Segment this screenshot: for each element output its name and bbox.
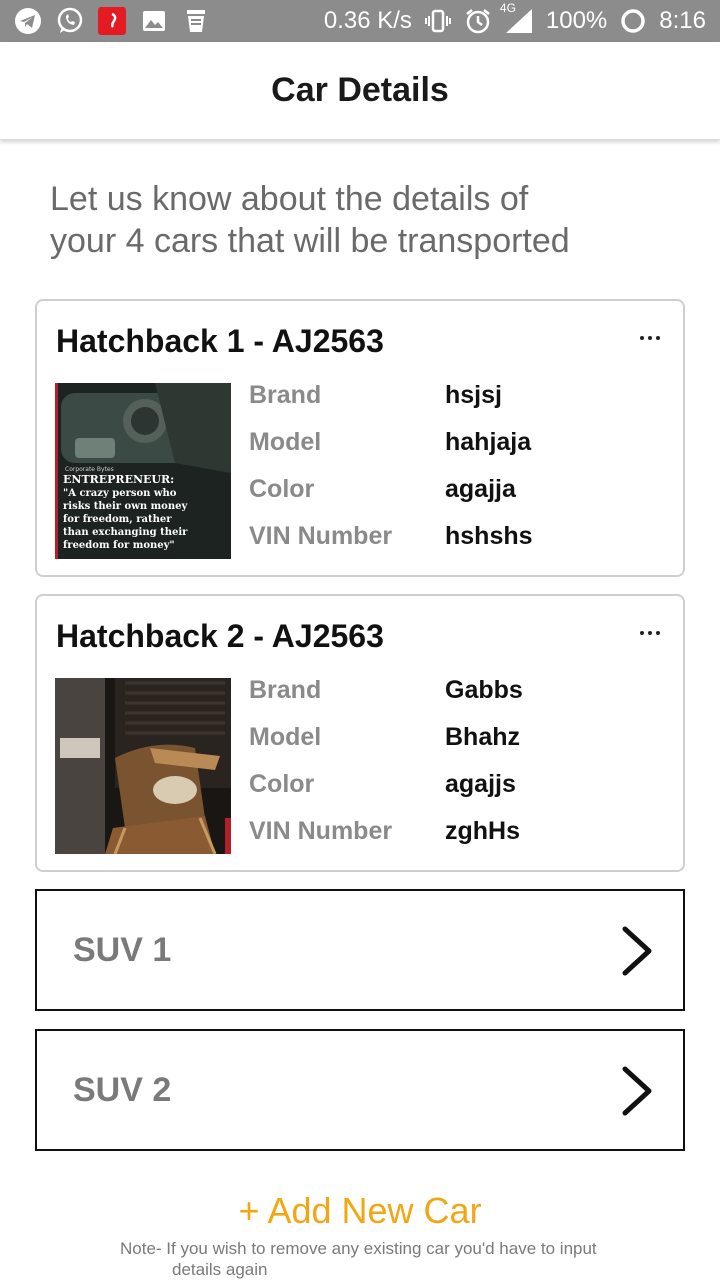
chevron-right-icon <box>617 1065 657 1117</box>
spec-value: Bhahz <box>445 723 520 751</box>
car-entry-suv-2[interactable]: SUV 2 <box>35 1029 685 1151</box>
intro-line-1: Let us know about the details of <box>50 180 529 218</box>
car-image: Corporate Bytes ENTREPRENEUR: "A crazy p… <box>55 383 231 559</box>
intro-text: Let us know about the details of your 4 … <box>50 178 670 262</box>
spec-value: hahjaja <box>445 428 532 456</box>
intro-line-2: your 4 cars that will be transported <box>50 222 570 260</box>
spec-value: agajja <box>445 475 516 503</box>
clock: 8:16 <box>659 7 706 34</box>
cleaner-icon <box>182 7 210 35</box>
spec-label: VIN Number <box>249 522 393 550</box>
spec-row-vin: VIN Number zghHs <box>249 817 669 857</box>
spec-row-brand: Brand hsjsj <box>249 381 669 421</box>
note-line-1: Note- If you wish to remove any existing… <box>120 1239 597 1258</box>
spec-label: Color <box>249 770 315 798</box>
spec-label: Brand <box>249 381 322 409</box>
app-bar: Car Details <box>0 42 720 140</box>
car-entry-label: SUV 2 <box>73 1071 172 1109</box>
signal-icon: 4G <box>500 1 534 35</box>
spec-label: Brand <box>249 676 322 704</box>
spec-value: agajjs <box>445 770 516 798</box>
spec-row-brand: Brand Gabbs <box>249 676 669 716</box>
car-card[interactable]: Hatchback 1 - AJ2563 Corporate Bytes ENT… <box>35 299 685 577</box>
network-speed: 0.36 K/s <box>323 7 412 34</box>
svg-text:for freedom, rather: for freedom, rather <box>63 514 172 525</box>
battery-icon <box>619 7 647 35</box>
spec-row-color: Color agajjs <box>249 770 669 810</box>
spec-row-color: Color agajja <box>249 475 669 515</box>
whatsapp-icon <box>56 7 84 35</box>
car-title: Hatchback 1 - AJ2563 <box>56 323 384 359</box>
spec-value: zghHs <box>445 817 520 845</box>
svg-text:risks their own money: risks their own money <box>63 501 188 512</box>
alarm-icon <box>464 7 492 35</box>
spec-label: Color <box>249 475 315 503</box>
car-image <box>55 678 231 854</box>
more-options-icon[interactable] <box>635 323 665 353</box>
svg-text:freedom for money": freedom for money" <box>63 540 175 551</box>
spec-label: Model <box>249 428 322 456</box>
spec-value: Gabbs <box>445 676 523 704</box>
spec-row-vin: VIN Number hshshs <box>249 522 669 562</box>
more-options-icon[interactable] <box>635 618 665 648</box>
note-text: Note- If you wish to remove any existing… <box>120 1238 640 1280</box>
svg-text:ENTREPRENEUR:: ENTREPRENEUR: <box>63 473 174 486</box>
svg-text:"A crazy person who: "A crazy person who <box>63 488 177 499</box>
vibrate-icon <box>424 7 452 35</box>
add-new-car-button[interactable]: + Add New Car <box>0 1190 720 1232</box>
airtel-icon <box>98 7 126 35</box>
chevron-right-icon <box>617 925 657 977</box>
battery-percent: 100% <box>545 7 608 34</box>
spec-value: hsjsj <box>445 381 502 409</box>
spec-label: Model <box>249 723 322 751</box>
telegram-icon <box>14 7 42 35</box>
car-title: Hatchback 2 - AJ2563 <box>56 618 384 654</box>
spec-row-model: Model hahjaja <box>249 428 669 468</box>
spec-value: hshshs <box>445 522 533 550</box>
spec-row-model: Model Bhahz <box>249 723 669 763</box>
svg-text:than exchanging their: than exchanging their <box>63 527 188 538</box>
spec-label: VIN Number <box>249 817 393 845</box>
status-bar: 0.36 K/s 4G 100% 8:16 <box>0 0 720 42</box>
car-entry-suv-1[interactable]: SUV 1 <box>35 889 685 1011</box>
car-card[interactable]: Hatchback 2 - AJ2563 Brand Gabbs Model B… <box>35 594 685 872</box>
note-line-2: details again <box>172 1260 268 1279</box>
page-title: Car Details <box>271 71 449 109</box>
svg-text:Corporate Bytes: Corporate Bytes <box>65 466 114 473</box>
car-entry-label: SUV 1 <box>73 931 172 969</box>
gallery-icon <box>140 7 168 35</box>
